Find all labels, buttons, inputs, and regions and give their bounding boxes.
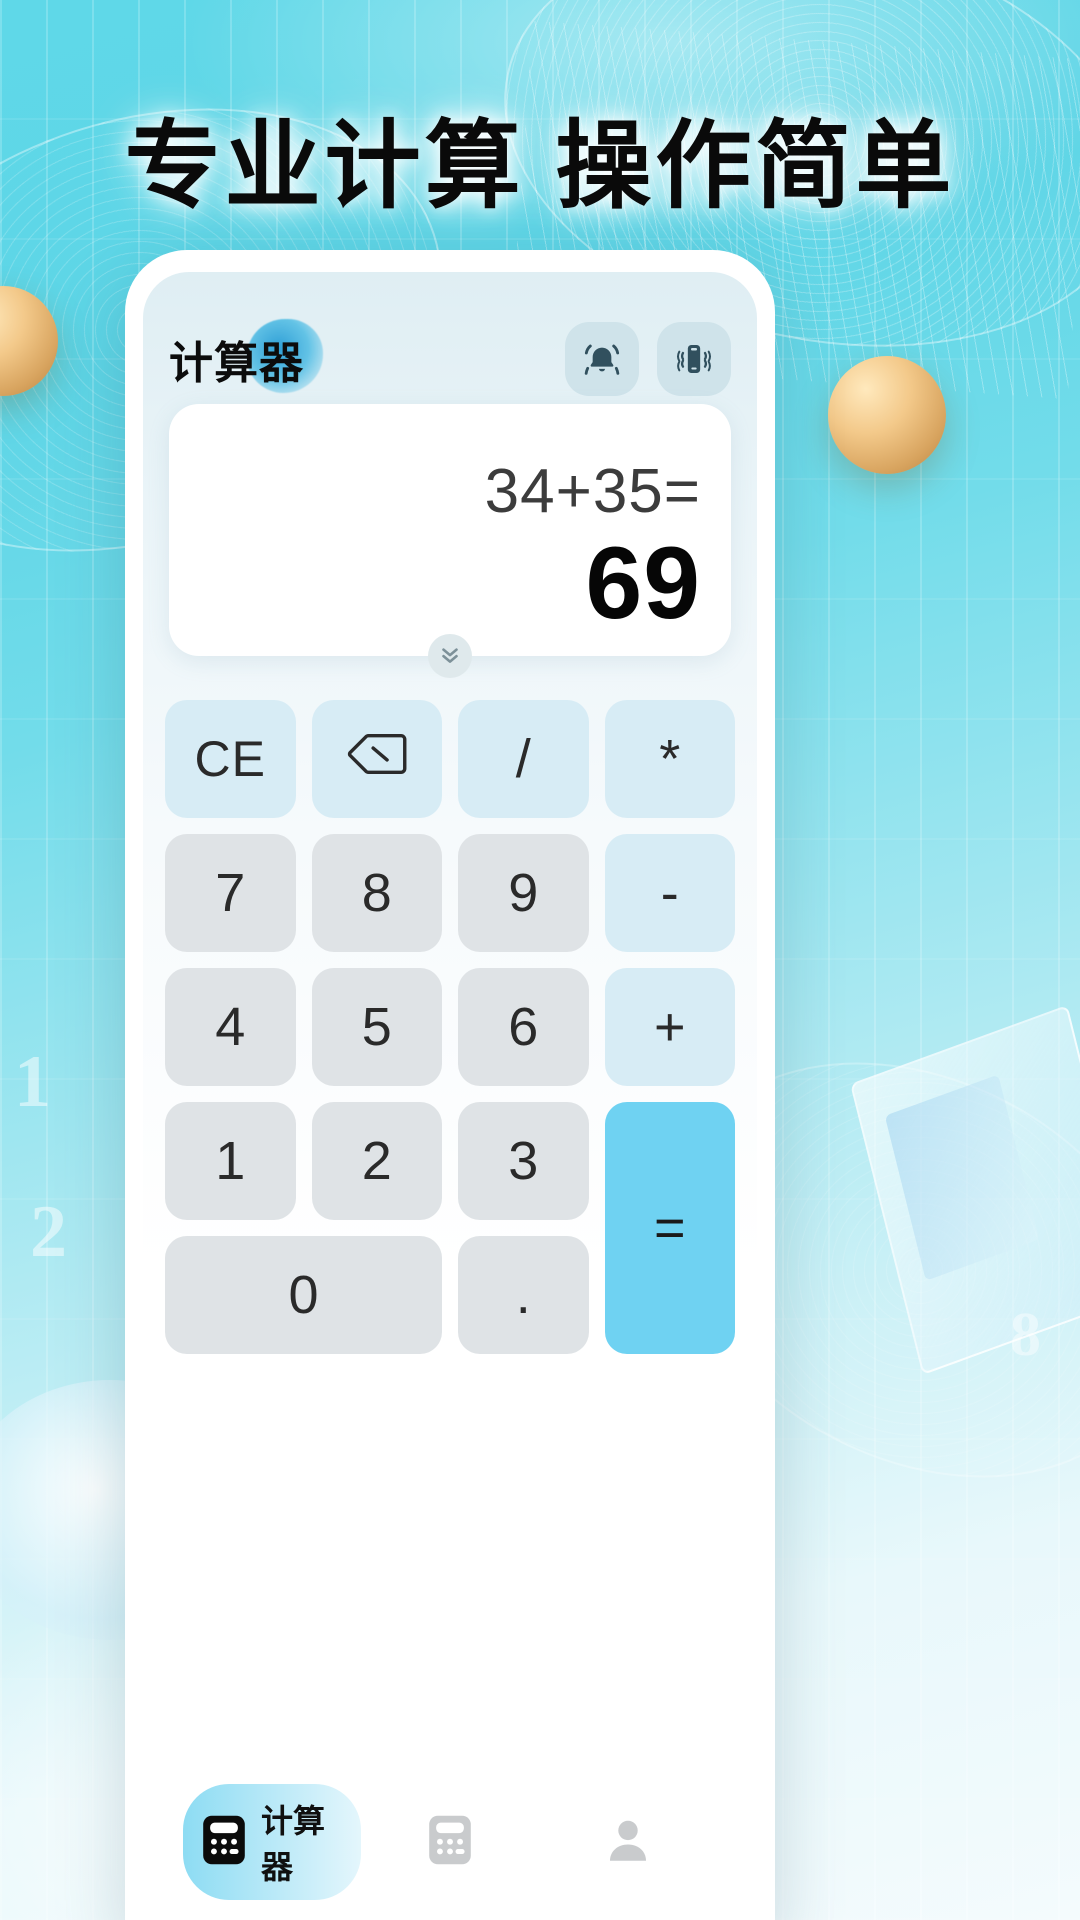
sound-icon (582, 339, 622, 379)
app-header: 计算器 (143, 272, 757, 396)
display-card[interactable]: 34+35= 69 (169, 404, 731, 656)
sidebar-item-calculator[interactable]: 计算器 (183, 1784, 361, 1900)
vibrate-toggle-button[interactable] (657, 322, 731, 396)
key-8[interactable]: 8 (311, 834, 442, 952)
sidebar-item-profile[interactable] (539, 1814, 717, 1871)
result-text: 69 (585, 525, 701, 640)
key-3[interactable]: 3 (458, 1102, 589, 1220)
key-divide[interactable]: / (458, 700, 589, 818)
key-minus[interactable]: - (604, 834, 735, 952)
promo-headline: 专业计算 操作简单 (124, 113, 956, 220)
vibrate-icon (674, 339, 714, 379)
screenshot-root: 1 2 8 专业计算 操作简单 计算器 34+35= 69 CE / * 7 8… (0, 0, 1080, 1920)
nav-active-pill[interactable]: 计算器 (183, 1784, 361, 1900)
ghost-digit-2: 2 (30, 1191, 67, 1273)
keypad: CE / * 7 8 9 - 4 5 6 + 1 2 3 = 0 . (143, 700, 757, 1354)
display-area: 34+35= 69 (143, 404, 757, 678)
calculator-grid-icon (427, 1814, 473, 1871)
key-equals[interactable]: = (604, 1102, 735, 1354)
key-4[interactable]: 4 (165, 968, 296, 1086)
phone-mockup: 计算器 34+35= 69 CE / * 7 8 9 - 4 5 6 + 1 2… (125, 250, 775, 1920)
app-screen: 计算器 34+35= 69 CE / * 7 8 9 - 4 5 6 + 1 2… (143, 272, 757, 1920)
app-title-wrap: 计算器 (169, 319, 323, 393)
key-2[interactable]: 2 (311, 1102, 442, 1220)
chevron-double-down-icon (437, 641, 463, 672)
sound-toggle-button[interactable] (565, 322, 639, 396)
key-7[interactable]: 7 (165, 834, 296, 952)
key-5[interactable]: 5 (311, 968, 442, 1086)
key-6[interactable]: 6 (458, 968, 589, 1086)
backspace-icon (346, 728, 408, 790)
key-1[interactable]: 1 (165, 1102, 296, 1220)
gold-sphere-right (828, 356, 946, 474)
person-icon (605, 1814, 651, 1871)
history-collapse-button[interactable] (428, 634, 472, 678)
key-plus[interactable]: + (604, 968, 735, 1086)
page-title: 计算器 (169, 339, 304, 388)
key-9[interactable]: 9 (458, 834, 589, 952)
header-actions (565, 322, 731, 396)
key-backspace[interactable] (311, 700, 442, 818)
key-clear-entry[interactable]: CE (165, 700, 296, 818)
ghost-digit-3: 8 (1010, 1301, 1041, 1369)
bottom-navigation: 计算器 (143, 1780, 757, 1920)
expression-text: 34+35= (484, 456, 701, 526)
nav-calculator-label: 计算器 (261, 1803, 326, 1885)
key-0[interactable]: 0 (165, 1236, 442, 1354)
key-decimal[interactable]: . (458, 1236, 589, 1354)
sidebar-item-converter[interactable] (361, 1814, 539, 1871)
calculator-icon (201, 1814, 247, 1871)
key-multiply[interactable]: * (604, 700, 735, 818)
ghost-digit-1: 1 (14, 1041, 51, 1123)
